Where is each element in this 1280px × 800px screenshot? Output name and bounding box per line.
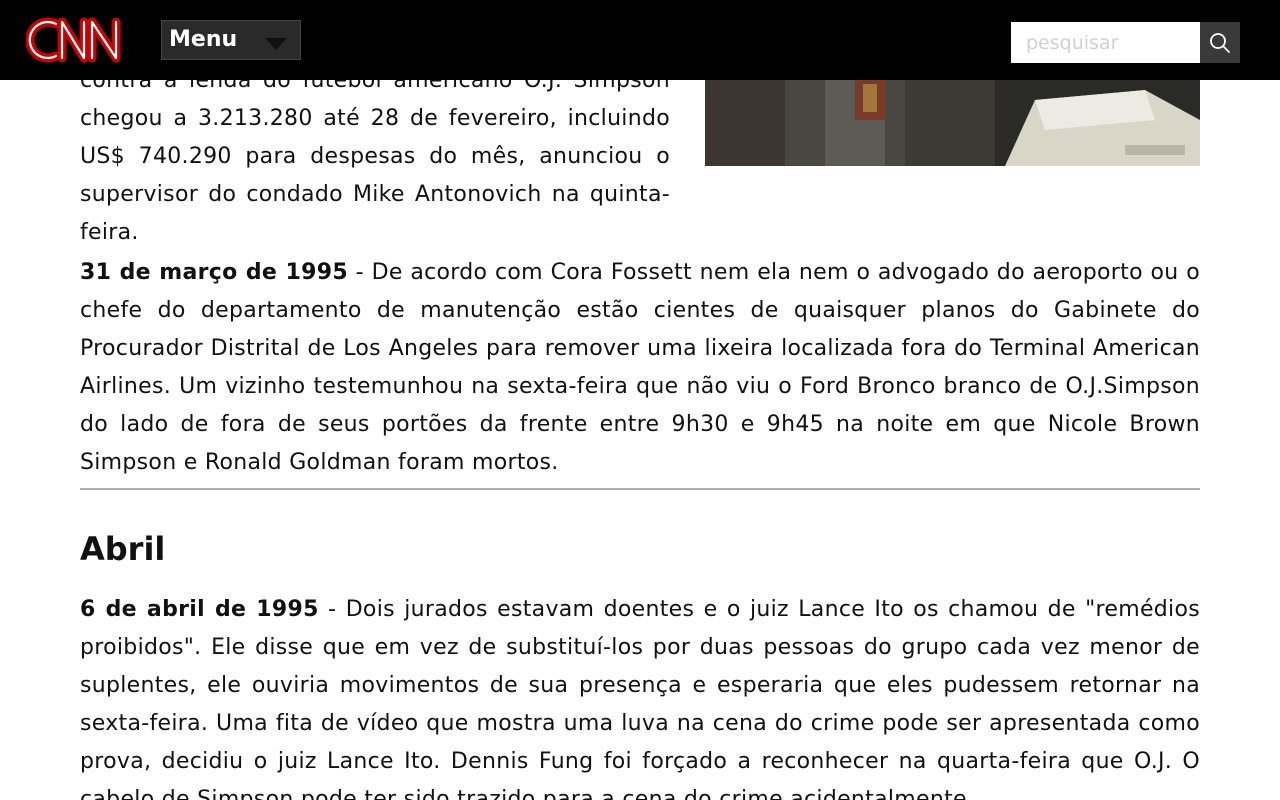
caret-down-icon — [265, 38, 287, 50]
section-heading-april: Abril — [80, 530, 166, 568]
search-icon — [1210, 33, 1230, 53]
page: contra a lenda do futebol americano O.J.… — [0, 0, 1280, 800]
entry-date: 6 de abril de 1995 — [80, 597, 319, 622]
menu-label: Menu — [169, 27, 238, 52]
entry-text: De acordo com Cora Fossett nem ela nem o… — [80, 260, 1200, 475]
top-navigation-bar: Menu — [0, 0, 1280, 80]
entry-text: Dois jurados estavam doentes e o juiz La… — [80, 597, 1200, 800]
entry-separator: - — [318, 597, 346, 622]
intro-paragraph: contra a lenda do futebol americano O.J.… — [80, 68, 670, 245]
cnn-logo-icon — [25, 17, 121, 63]
search-button[interactable] — [1200, 22, 1240, 63]
entry-separator: - — [347, 260, 372, 285]
timeline-entry: 31 de março de 1995 - De acordo com Cora… — [80, 254, 1200, 482]
search-input[interactable] — [1011, 22, 1200, 63]
section-divider — [80, 488, 1200, 490]
menu-button[interactable]: Menu — [161, 20, 301, 60]
entry-date: 31 de março de 1995 — [80, 260, 348, 285]
cnn-logo[interactable] — [25, 14, 134, 66]
timeline-entry: 6 de abril de 1995 - Dois jurados estava… — [80, 591, 1200, 800]
